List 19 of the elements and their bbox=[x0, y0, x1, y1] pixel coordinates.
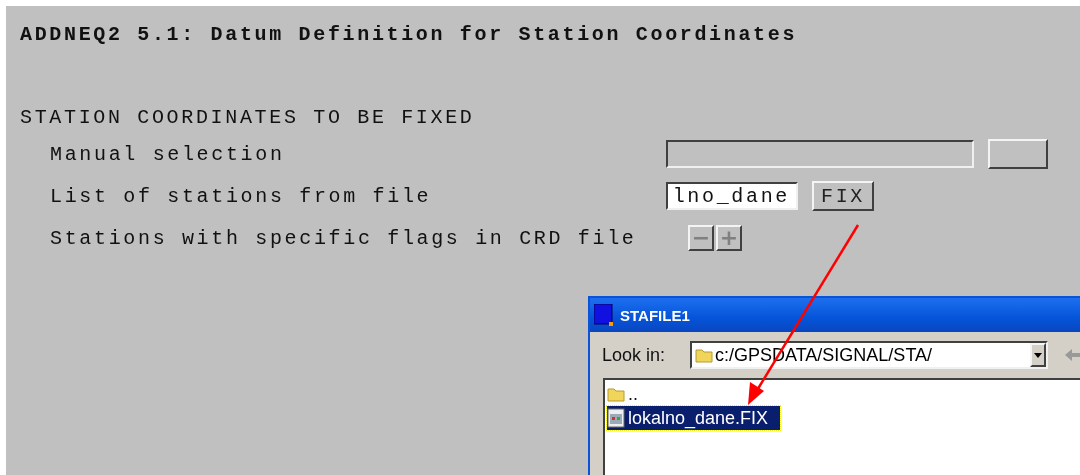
input-field[interactable] bbox=[666, 140, 974, 168]
option-label: Manual selection bbox=[49, 142, 286, 166]
input-field[interactable]: lno_dane bbox=[666, 182, 798, 210]
caret-icon bbox=[1034, 352, 1042, 358]
dialog-title: STAFILE1 bbox=[620, 306, 690, 324]
section-heading: STATION COORDINATES TO BE FIXED bbox=[20, 105, 476, 131]
file-item[interactable]: .. bbox=[607, 382, 650, 406]
dropdown-button[interactable] bbox=[1030, 343, 1046, 367]
window-icon bbox=[594, 304, 614, 326]
option-label: Stations with specific flags in CRD file bbox=[49, 226, 638, 250]
look-in-label: Look in: bbox=[602, 344, 667, 366]
file-item[interactable]: lokalno_dane.FIX bbox=[607, 406, 781, 430]
file-icon bbox=[607, 408, 625, 428]
folder-icon bbox=[695, 347, 713, 363]
select-button[interactable] bbox=[988, 139, 1048, 169]
option-label: List of stations from file bbox=[49, 184, 433, 208]
fix-button[interactable]: FIX bbox=[812, 181, 874, 211]
folder-icon bbox=[607, 386, 625, 402]
window-title: ADDNEQ2 5.1: Datum Definition for Station Coordinates bbox=[20, 22, 799, 48]
